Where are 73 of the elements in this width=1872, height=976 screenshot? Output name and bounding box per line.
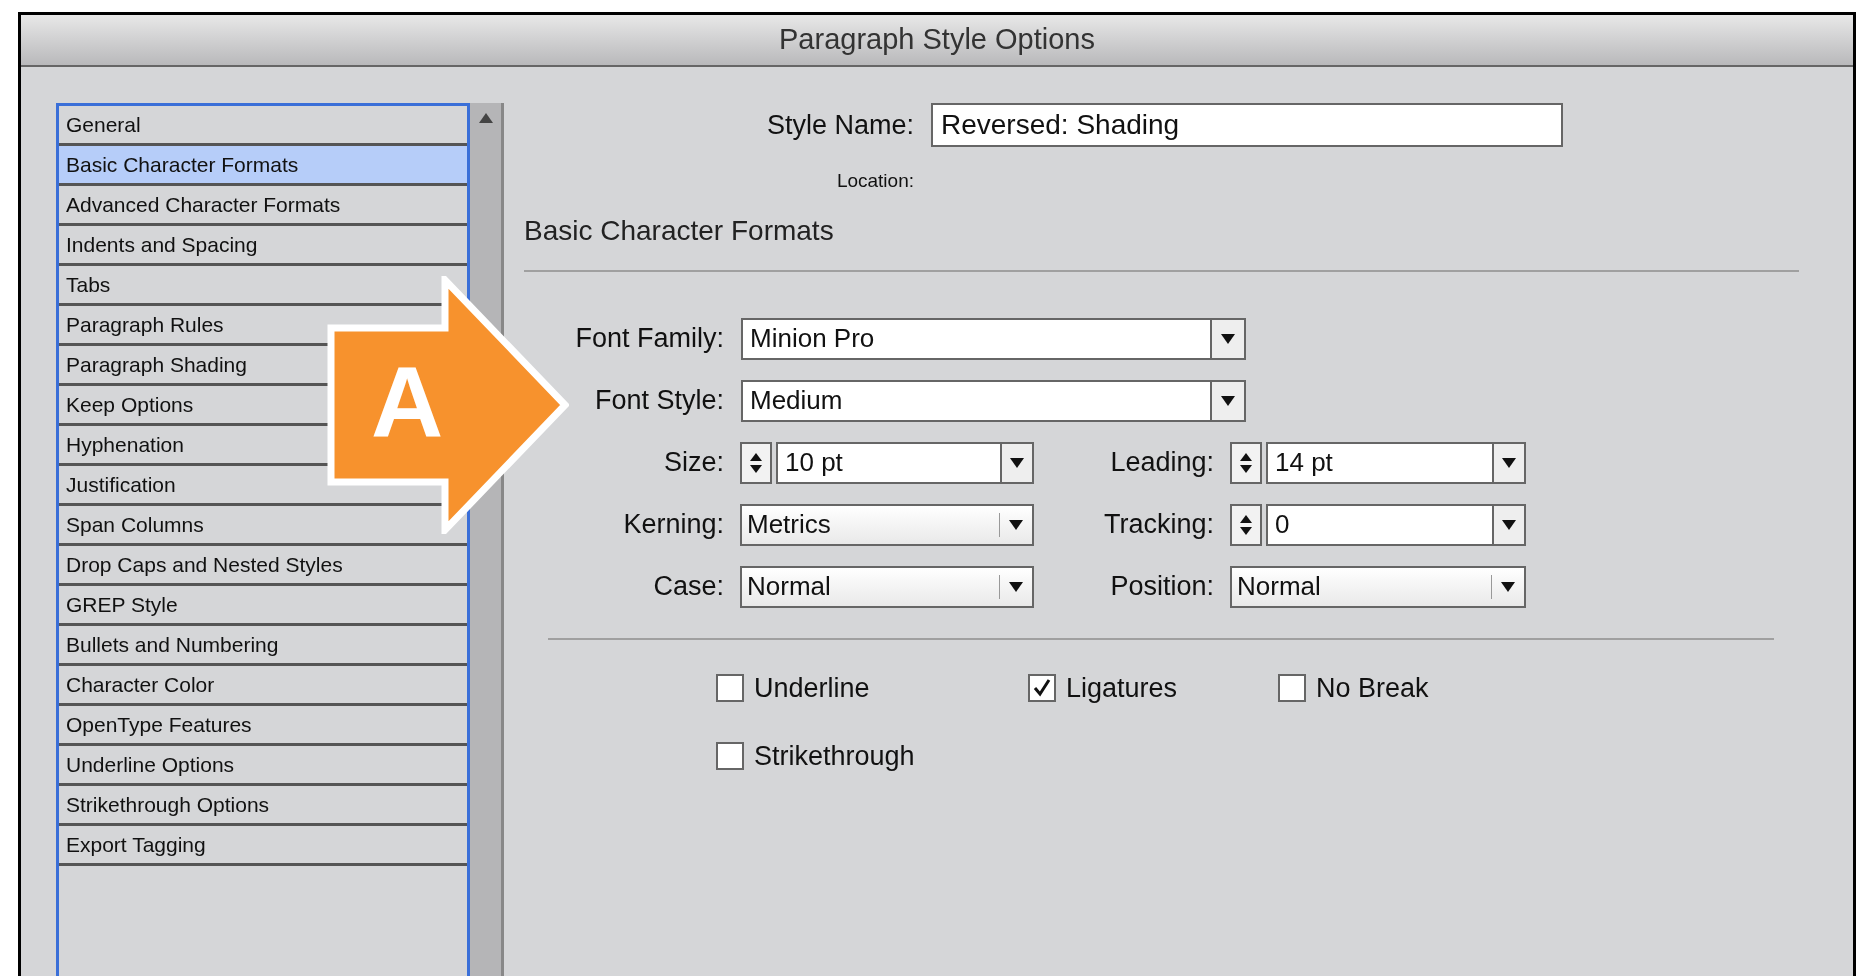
callout-label: A [371,352,444,452]
stepper-button[interactable] [740,441,772,484]
category-item[interactable]: Strikethrough Options [59,786,274,823]
caret-icon [1501,581,1515,592]
category-item[interactable]: Span Columns [59,506,208,543]
checkbox[interactable] [716,673,744,702]
category-item[interactable]: Underline Options [59,746,239,783]
category-item[interactable]: Advanced Character Formats [59,186,345,223]
category-item[interactable]: Paragraph Shading [59,346,251,383]
down-arrow-icon [750,464,762,473]
up-arrow-icon [478,113,493,123]
up-arrow-icon [1240,452,1252,461]
up-arrow-icon [1240,514,1252,523]
field-label: Tracking: [1102,508,1214,542]
checkbox[interactable] [1278,673,1306,702]
field-label: Case: [652,570,724,604]
checkbox-label: No Break [1316,671,1429,705]
dropdown-button[interactable] [1492,503,1526,546]
caret-icon [1221,333,1235,344]
category-item[interactable]: Export Tagging [59,826,210,863]
category-item[interactable]: Keep Options [59,386,198,423]
category-item[interactable]: GREP Style [59,586,182,623]
combo-field[interactable]: 10 pt [776,441,1000,484]
checkbox-label: Ligatures [1066,671,1178,705]
popup-menu[interactable]: Metrics [740,503,1034,546]
category-item[interactable]: Tabs [59,266,115,303]
category-item[interactable]: General [59,106,145,143]
window-title: Paragraph Style Options [779,22,1095,58]
up-arrow-icon [750,452,762,461]
dropdown-button[interactable] [1210,379,1246,422]
caret-icon [1502,519,1516,530]
category-item[interactable]: Justification [59,466,180,503]
location-label: Location: [835,169,914,193]
checkbox[interactable] [1028,673,1056,702]
category-item[interactable]: Character Color [59,666,219,703]
combo-field[interactable]: 14 pt [1266,441,1492,484]
checkbox-label: Underline [754,671,870,705]
field-label: Font Family: [574,322,724,356]
style-name-field[interactable]: Reversed: Shading [931,103,1563,147]
category-item[interactable]: Drop Caps and Nested Styles [59,546,347,583]
down-arrow-icon [1240,526,1252,535]
field-label: Position: [1109,570,1214,604]
combo-field[interactable]: Medium [741,379,1210,422]
caret-icon [1009,519,1023,530]
popup-menu[interactable]: Normal [740,565,1034,608]
category-item[interactable]: OpenType Features [59,706,256,743]
combo-field[interactable]: 0 [1266,503,1492,546]
category-item[interactable]: Indents and Spacing [59,226,262,263]
caret-icon [1009,581,1023,592]
dropdown-button[interactable] [1000,441,1034,484]
stepper-button[interactable] [1230,503,1262,546]
caret-icon [1221,395,1235,406]
category-item[interactable]: Hyphenation [59,426,188,463]
popup-menu[interactable]: Normal [1230,565,1526,608]
style-name-label: Style Name: [765,108,914,142]
dropdown-button[interactable] [1210,317,1246,360]
caret-icon [1502,457,1516,468]
category-item[interactable]: Basic Character Formats [59,146,467,183]
down-arrow-icon [1240,464,1252,473]
field-label: Font Style: [593,384,724,418]
combo-field[interactable]: Minion Pro [741,317,1210,360]
section-heading: Basic Character Formats [524,213,835,248]
field-label: Kerning: [622,508,724,542]
caret-icon [1010,457,1024,468]
category-item[interactable]: Bullets and Numbering [59,626,283,663]
checkbox-label: Strikethrough [754,740,915,773]
field-label: Size: [662,446,724,480]
checkbox[interactable] [716,742,744,771]
dropdown-button[interactable] [1492,441,1526,484]
field-label: Leading: [1109,446,1214,480]
category-item[interactable]: Paragraph Rules [59,306,228,343]
stepper-button[interactable] [1230,441,1262,484]
check-icon [1032,677,1052,698]
